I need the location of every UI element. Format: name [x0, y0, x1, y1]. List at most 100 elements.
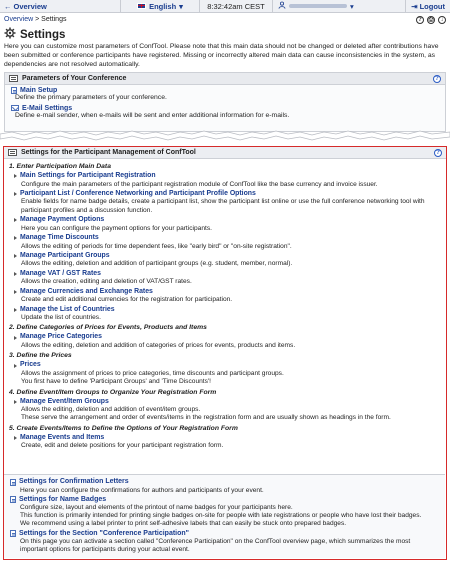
user-menu[interactable]: ▾ — [273, 1, 405, 11]
settings-entry-label: Manage VAT / GST Rates — [20, 269, 101, 277]
panel-icon — [8, 149, 17, 156]
additional-settings-link[interactable]: Settings for the Section "Conference Par… — [10, 530, 439, 539]
triangle-right-icon — [14, 272, 17, 277]
server-time: 8:32:42am CEST — [207, 1, 265, 11]
settings-entry-desc: You first have to define 'Participant Gr… — [21, 378, 212, 386]
triangle-right-icon — [14, 289, 17, 294]
settings-entry-label: Manage Payment Options — [20, 216, 105, 224]
section-heading: 3. Define the Prices — [9, 352, 72, 360]
settings-entry: Manage Price Categories Allows the editin… — [9, 333, 441, 350]
download-icon[interactable]: ↓ — [438, 15, 446, 24]
panel-header: Settings for the Participant Management … — [4, 147, 446, 159]
settings-entry: Manage the List of Countries Update the l… — [9, 306, 441, 323]
main-setup-link[interactable]: Main Setup — [11, 87, 439, 94]
settings-entry-desc: Here you can configure the payment optio… — [21, 224, 212, 232]
help-icon[interactable]: ? — [416, 15, 424, 24]
settings-entry-link[interactable]: Manage VAT / GST Rates — [14, 270, 441, 279]
settings-entry-label: Main Settings for Participant Registrati… — [20, 172, 156, 179]
overview-link[interactable]: ← Overview — [0, 2, 120, 11]
settings-entry-link[interactable]: Prices — [14, 361, 441, 370]
settings-entry-label: Manage the List of Countries — [20, 305, 115, 313]
triangle-right-icon — [14, 307, 17, 312]
breadcrumb-overview-link[interactable]: Overview — [4, 16, 33, 23]
settings-entry-desc: Create and edit additional currencies fo… — [21, 296, 233, 304]
settings-entry-desc: Create, edit and delete positions for yo… — [21, 442, 224, 450]
language-selector[interactable]: English ▾ — [121, 2, 199, 11]
breadcrumb-separator: > — [33, 16, 42, 23]
back-arrow-icon: ← — [4, 1, 12, 11]
settings-entry-link[interactable]: Manage Currencies and Exchange Rates — [14, 288, 441, 297]
settings-entry: Participant List / Conference Networking… — [9, 190, 441, 215]
triangle-right-icon — [14, 236, 17, 241]
settings-entry-link[interactable]: Main Settings for Participant Registrati… — [14, 172, 441, 181]
settings-entry: Manage Events and Items Create, edit and … — [9, 434, 441, 451]
language-label: English — [149, 1, 177, 11]
additional-settings: Settings for Confirmation Letters Here yo… — [4, 474, 445, 558]
participant-management-panel: Settings for the Participant Management … — [3, 146, 447, 560]
additional-settings-item: Settings for the Section "Conference Par… — [10, 530, 439, 555]
email-settings-label: E-Mail Settings — [22, 104, 73, 112]
settings-entry-link[interactable]: Participant List / Conference Networking… — [14, 190, 441, 199]
settings-entry: Manage Participant Groups Allows the edit… — [9, 252, 441, 269]
logout-button[interactable]: ⇥ Logout — [406, 2, 450, 11]
settings-entry-desc: Allows the editing, deletion and additio… — [21, 342, 296, 350]
settings-entry-link[interactable]: Manage Price Categories — [14, 333, 441, 342]
main-setup-desc: Define the primary parameters of your co… — [15, 94, 167, 101]
section-heading: 1. Enter Participation Main Data — [9, 163, 111, 170]
help-icon[interactable]: ? — [434, 148, 442, 157]
triangle-right-icon — [14, 218, 17, 223]
help-icon[interactable]: ? — [433, 74, 441, 83]
email-settings-item: E-Mail Settings Define e-mail sender, wh… — [5, 103, 445, 121]
additional-settings-link[interactable]: Settings for Confirmation Letters — [10, 478, 439, 487]
document-icon — [10, 478, 16, 486]
settings-entry: Manage Payment Options Here you can confi… — [9, 216, 441, 233]
main-setup-item: Main Setup Define the primary parameters… — [5, 85, 445, 103]
additional-settings-item: Settings for Name Badges Configure size, … — [10, 496, 439, 529]
logout-label: Logout — [419, 1, 445, 11]
triangle-right-icon — [14, 254, 17, 259]
print-icon[interactable]: ⎙ — [427, 15, 435, 24]
settings-entry: Manage Event/Item Groups Allows the editi… — [9, 398, 441, 423]
top-bar: ← Overview English ▾ 8:32:42am CEST ▾ ⇥ … — [0, 0, 450, 13]
document-icon — [10, 530, 16, 538]
additional-settings-link[interactable]: Settings for Name Badges — [10, 496, 439, 505]
intro-text: Here you can customize most parameters o… — [4, 43, 439, 68]
settings-entry-link[interactable]: Manage the List of Countries — [14, 306, 441, 315]
settings-entry-link[interactable]: Manage Payment Options — [14, 216, 441, 225]
breadcrumb: Overview > Settings — [4, 16, 66, 23]
settings-entry-desc: Allows the creation, editing and deletio… — [21, 278, 192, 286]
settings-entry: Prices Allows the assignment of prices to… — [9, 361, 441, 386]
settings-entry-link[interactable]: Manage Participant Groups — [14, 252, 441, 261]
settings-entry-link[interactable]: Manage Time Discounts — [14, 234, 441, 243]
uk-flag-icon — [137, 3, 147, 9]
triangle-right-icon — [14, 399, 17, 404]
additional-settings-desc: This function is primarily intended for … — [20, 512, 422, 520]
chevron-down-icon: ▾ — [179, 1, 183, 11]
settings-entry-link[interactable]: Manage Event/Item Groups — [14, 398, 441, 407]
additional-settings-label: Settings for Confirmation Letters — [19, 478, 129, 485]
settings-entry-desc: Allows the assignment of prices to price… — [21, 369, 284, 377]
document-icon — [10, 496, 16, 504]
settings-entry-label: Manage Price Categories — [20, 333, 102, 341]
overview-label: Overview — [13, 1, 47, 11]
additional-settings-desc: Here you can configure the confirmations… — [20, 486, 264, 494]
settings-entry-label: Manage Events and Items — [20, 433, 105, 441]
document-icon — [11, 87, 17, 94]
page-title: Settings — [4, 27, 65, 42]
user-name-redacted — [289, 4, 347, 8]
page-tools: ? ⎙ ↓ — [416, 15, 446, 24]
settings-entry: Manage VAT / GST Rates Allows the creatio… — [9, 270, 441, 287]
settings-entry-label: Participant List / Conference Networking… — [20, 189, 256, 197]
triangle-right-icon — [14, 435, 17, 440]
settings-entry-desc: Update the list of countries. — [21, 314, 101, 322]
settings-entry: Manage Time Discounts Allows the editing … — [9, 234, 441, 251]
email-settings-link[interactable]: E-Mail Settings — [11, 105, 439, 112]
main-setup-label: Main Setup — [20, 87, 58, 94]
additional-settings-desc: We recommend using a label printer to pr… — [20, 520, 347, 528]
settings-entry-desc: Allows the editing, deletion and additio… — [21, 406, 201, 414]
settings-entry-label: Manage Time Discounts — [20, 233, 99, 241]
settings-entry-label: Manage Event/Item Groups — [20, 397, 109, 405]
settings-entry: Main Settings for Participant Registrati… — [9, 172, 441, 189]
settings-entry-link[interactable]: Manage Events and Items — [14, 434, 441, 443]
settings-entry-desc: Configure the main parameters of the par… — [21, 180, 378, 188]
